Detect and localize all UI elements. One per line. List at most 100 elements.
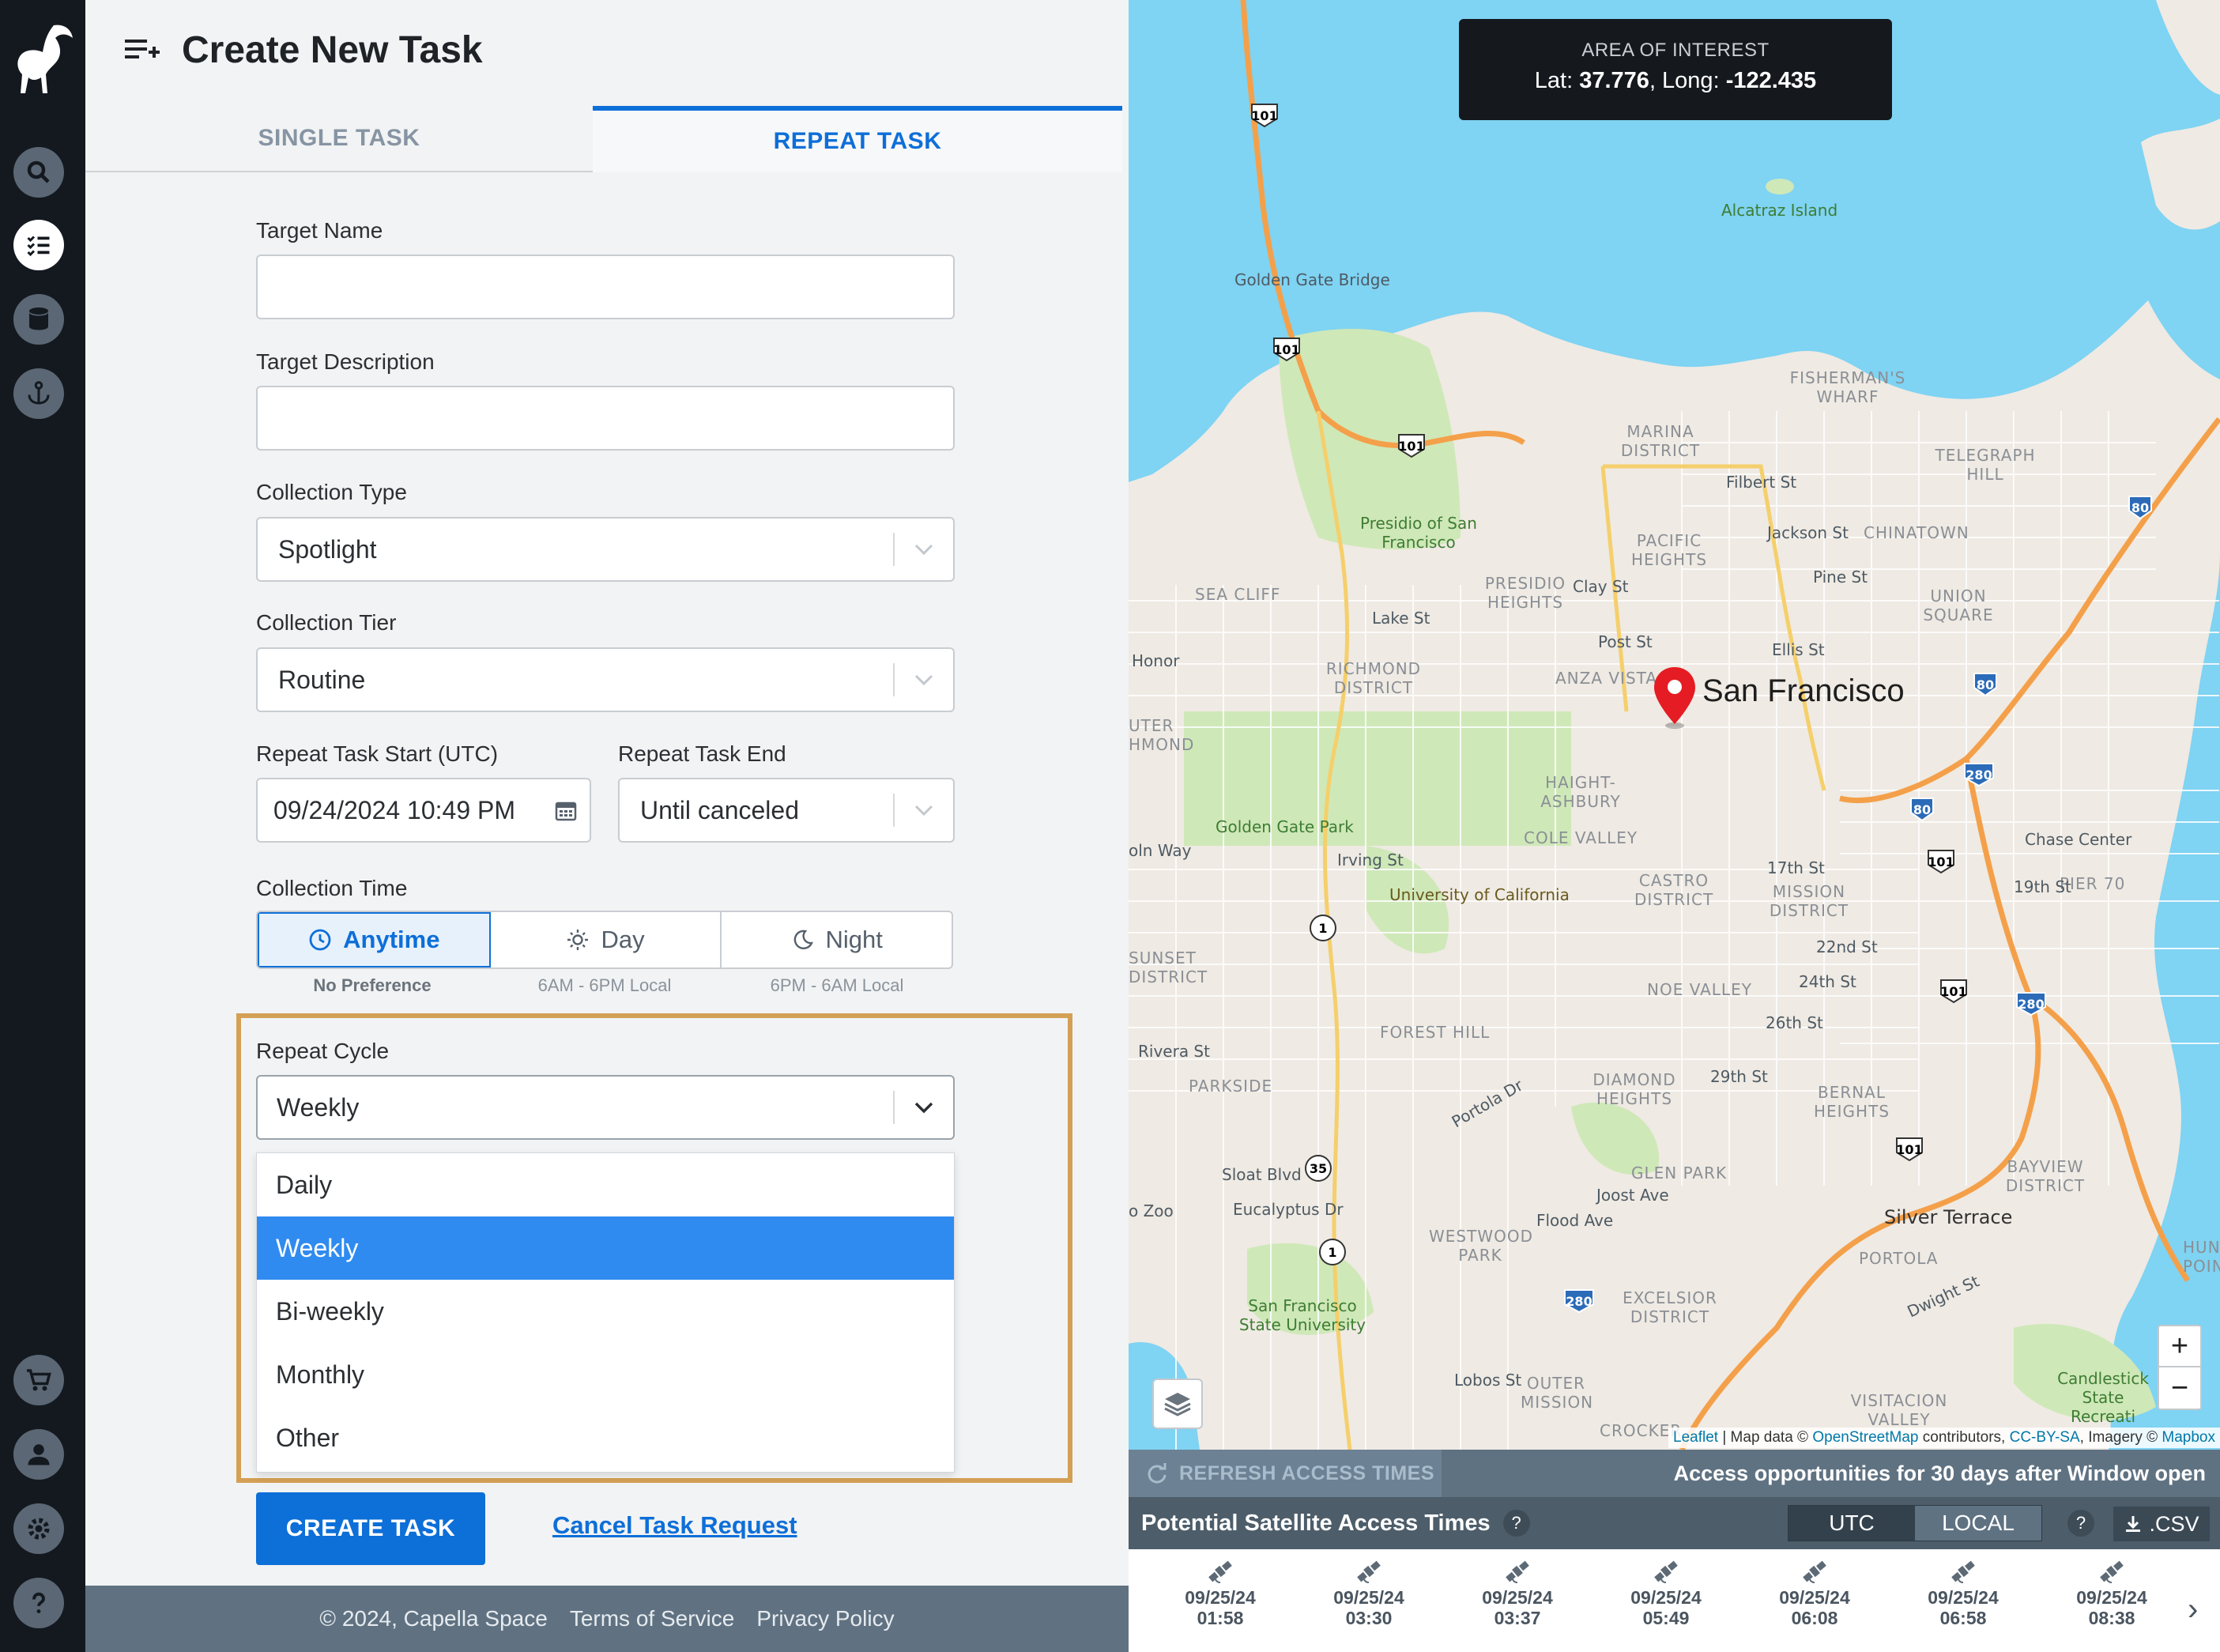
route-shield-101: 101 (1251, 104, 1278, 128)
access-help-icon[interactable]: ? (1502, 1510, 1530, 1537)
timezone-toggle: UTC LOCAL (1788, 1505, 2042, 1541)
collection-time-night[interactable]: Night (722, 912, 952, 967)
zoom-out-button[interactable]: − (2158, 1367, 2202, 1410)
menu-item-other[interactable]: Other (257, 1406, 954, 1469)
route-shield-label: 101 (1928, 854, 1954, 869)
access-time: 06:58 (1939, 1608, 1987, 1628)
zoom-in-button[interactable]: + (2158, 1325, 2202, 1367)
attribution-text: , Imagery © (2079, 1429, 2162, 1446)
route-shield-80: 80 (2128, 496, 2152, 520)
route-shield-label: 101 (1896, 1142, 1922, 1157)
osm-link[interactable]: OpenStreetMap (1812, 1429, 1918, 1446)
tasks-nav-button[interactable] (13, 220, 64, 270)
create-task-button[interactable]: CREATE TASK (256, 1492, 485, 1565)
mapbox-link[interactable]: Mapbox (2162, 1429, 2215, 1446)
help-nav-button[interactable] (13, 1578, 64, 1628)
route-shield-label: 80 (2131, 500, 2149, 515)
search-nav-button[interactable] (13, 147, 64, 198)
chevron-down-icon (895, 649, 953, 711)
route-shield-280: 280 (1964, 763, 1994, 787)
refresh-access-times-button[interactable]: REFRESH ACCESS TIMES (1129, 1450, 1442, 1497)
access-time-item[interactable]: 09/25/24 03:37 (1443, 1549, 1592, 1652)
satellite-icon (1208, 1560, 1232, 1583)
tab-repeat-task[interactable]: REPEAT TASK (593, 106, 1122, 172)
collection-time-day[interactable]: Day (491, 912, 722, 967)
cancel-task-link[interactable]: Cancel Task Request (552, 1511, 797, 1540)
menu-item-monthly[interactable]: Monthly (257, 1343, 954, 1406)
csv-label: .CSV (2149, 1511, 2199, 1536)
day-sublabel: 6AM - 6PM Local (537, 975, 672, 995)
collection-tier-label: Collection Tier (256, 610, 397, 635)
copyright-text: © 2024, Capella Space (319, 1606, 548, 1631)
search-icon (27, 160, 50, 183)
target-description-input[interactable] (256, 386, 955, 451)
collection-time-anytime[interactable]: Anytime (258, 912, 491, 967)
satellite-icon (1506, 1560, 1529, 1583)
map-label-san-francisco: San Francisco (1702, 673, 1905, 708)
collection-type-select[interactable]: Spotlight (256, 517, 955, 582)
tab-single-task[interactable]: SINGLE TASK (85, 106, 593, 172)
user-icon (28, 1444, 50, 1465)
cart-nav-button[interactable] (13, 1355, 64, 1405)
access-date: 09/25/24 (1333, 1587, 1404, 1608)
night-label: Night (825, 926, 883, 953)
timezone-help-icon[interactable]: ? (2067, 1510, 2094, 1537)
access-time-item[interactable]: 09/25/24 08:38 (2037, 1549, 2186, 1652)
route-shield-label: 280 (1566, 1294, 1592, 1309)
access-date: 09/25/24 (1185, 1587, 1256, 1608)
repeat-cycle-select[interactable]: Weekly (256, 1075, 955, 1140)
account-nav-button[interactable] (13, 1429, 64, 1480)
anytime-sublabel: No Preference (313, 975, 432, 995)
route-shield-1: 1 (1319, 1239, 1346, 1265)
target-description-label: Target Description (256, 349, 435, 374)
access-note: Access opportunities for 30 days after W… (1673, 1461, 2206, 1485)
access-time-item[interactable]: 09/25/24 06:08 (1740, 1549, 1889, 1652)
tz-utc-button[interactable]: UTC (1788, 1506, 1915, 1541)
repeat-cycle-menu: Daily Weekly Bi-weekly Monthly Other (256, 1152, 955, 1473)
map-view[interactable]: AREA OF INTEREST Lat: 37.776, Long: -122… (1129, 0, 2220, 1450)
menu-item-weekly[interactable]: Weekly (257, 1216, 954, 1280)
settings-nav-button[interactable] (13, 1503, 64, 1554)
repeat-start-label: Repeat Task Start (UTC) (256, 741, 499, 766)
access-time: 03:30 (1345, 1608, 1393, 1628)
cart-icon (27, 1369, 51, 1391)
download-csv-button[interactable]: .CSV (2113, 1507, 2210, 1541)
cc-by-sa-link[interactable]: CC-BY-SA (2010, 1429, 2080, 1446)
menu-item-bi-weekly[interactable]: Bi-weekly (257, 1280, 954, 1343)
menu-item-daily[interactable]: Daily (257, 1153, 954, 1216)
privacy-link[interactable]: Privacy Policy (756, 1606, 894, 1631)
leaflet-link[interactable]: Leaflet (1673, 1429, 1718, 1446)
route-shield-label: 280 (2018, 997, 2044, 1012)
access-times-list: 09/25/24 01:58 09/25/24 03:30 09/25/24 0… (1129, 1549, 2220, 1652)
anchor-icon (28, 381, 50, 405)
route-shield-label: 101 (1251, 108, 1277, 123)
repeat-cycle-value[interactable]: Weekly (258, 1093, 893, 1122)
access-time-item[interactable]: 09/25/24 03:30 (1295, 1549, 1443, 1652)
layers-button[interactable] (1152, 1379, 1203, 1429)
access-time-item[interactable]: 09/25/24 06:58 (1889, 1549, 2037, 1652)
tz-local-button[interactable]: LOCAL (1915, 1506, 2041, 1541)
repeat-start-date-input[interactable]: 09/24/2024 10:49 PM (256, 778, 591, 843)
access-time-item[interactable]: 09/25/24 01:58 (1146, 1549, 1295, 1652)
route-shield-label: 1 (1318, 921, 1327, 936)
repeat-end-select[interactable]: Until canceled (618, 778, 955, 843)
route-shield-101: 101 (1398, 434, 1425, 458)
create-task-panel: Create New Task SINGLE TASK REPEAT TASK … (85, 0, 1129, 1652)
access-time-item[interactable]: 09/25/24 05:49 (1592, 1549, 1740, 1652)
terms-link[interactable]: Terms of Service (570, 1606, 735, 1631)
collection-type-label: Collection Type (256, 480, 407, 504)
database-nav-button[interactable] (13, 294, 64, 345)
collection-time-toggle: Anytime Day Night (256, 911, 953, 969)
chevron-down-icon (895, 1077, 953, 1138)
target-name-input[interactable] (256, 255, 955, 319)
access-title: Potential Satellite Access Times (1141, 1510, 1491, 1536)
anchor-nav-button[interactable] (13, 368, 64, 419)
route-shield-101: 101 (1273, 338, 1300, 362)
chevron-right-icon[interactable]: › (2188, 1592, 2198, 1627)
collection-tier-select[interactable]: Routine (256, 647, 955, 712)
route-shield-label: 80 (1977, 677, 1994, 692)
location-pin-icon (1654, 667, 1695, 729)
refresh-label: REFRESH ACCESS TIMES (1179, 1462, 1435, 1484)
calendar-icon[interactable] (542, 779, 590, 841)
nav-rail (0, 0, 85, 1652)
